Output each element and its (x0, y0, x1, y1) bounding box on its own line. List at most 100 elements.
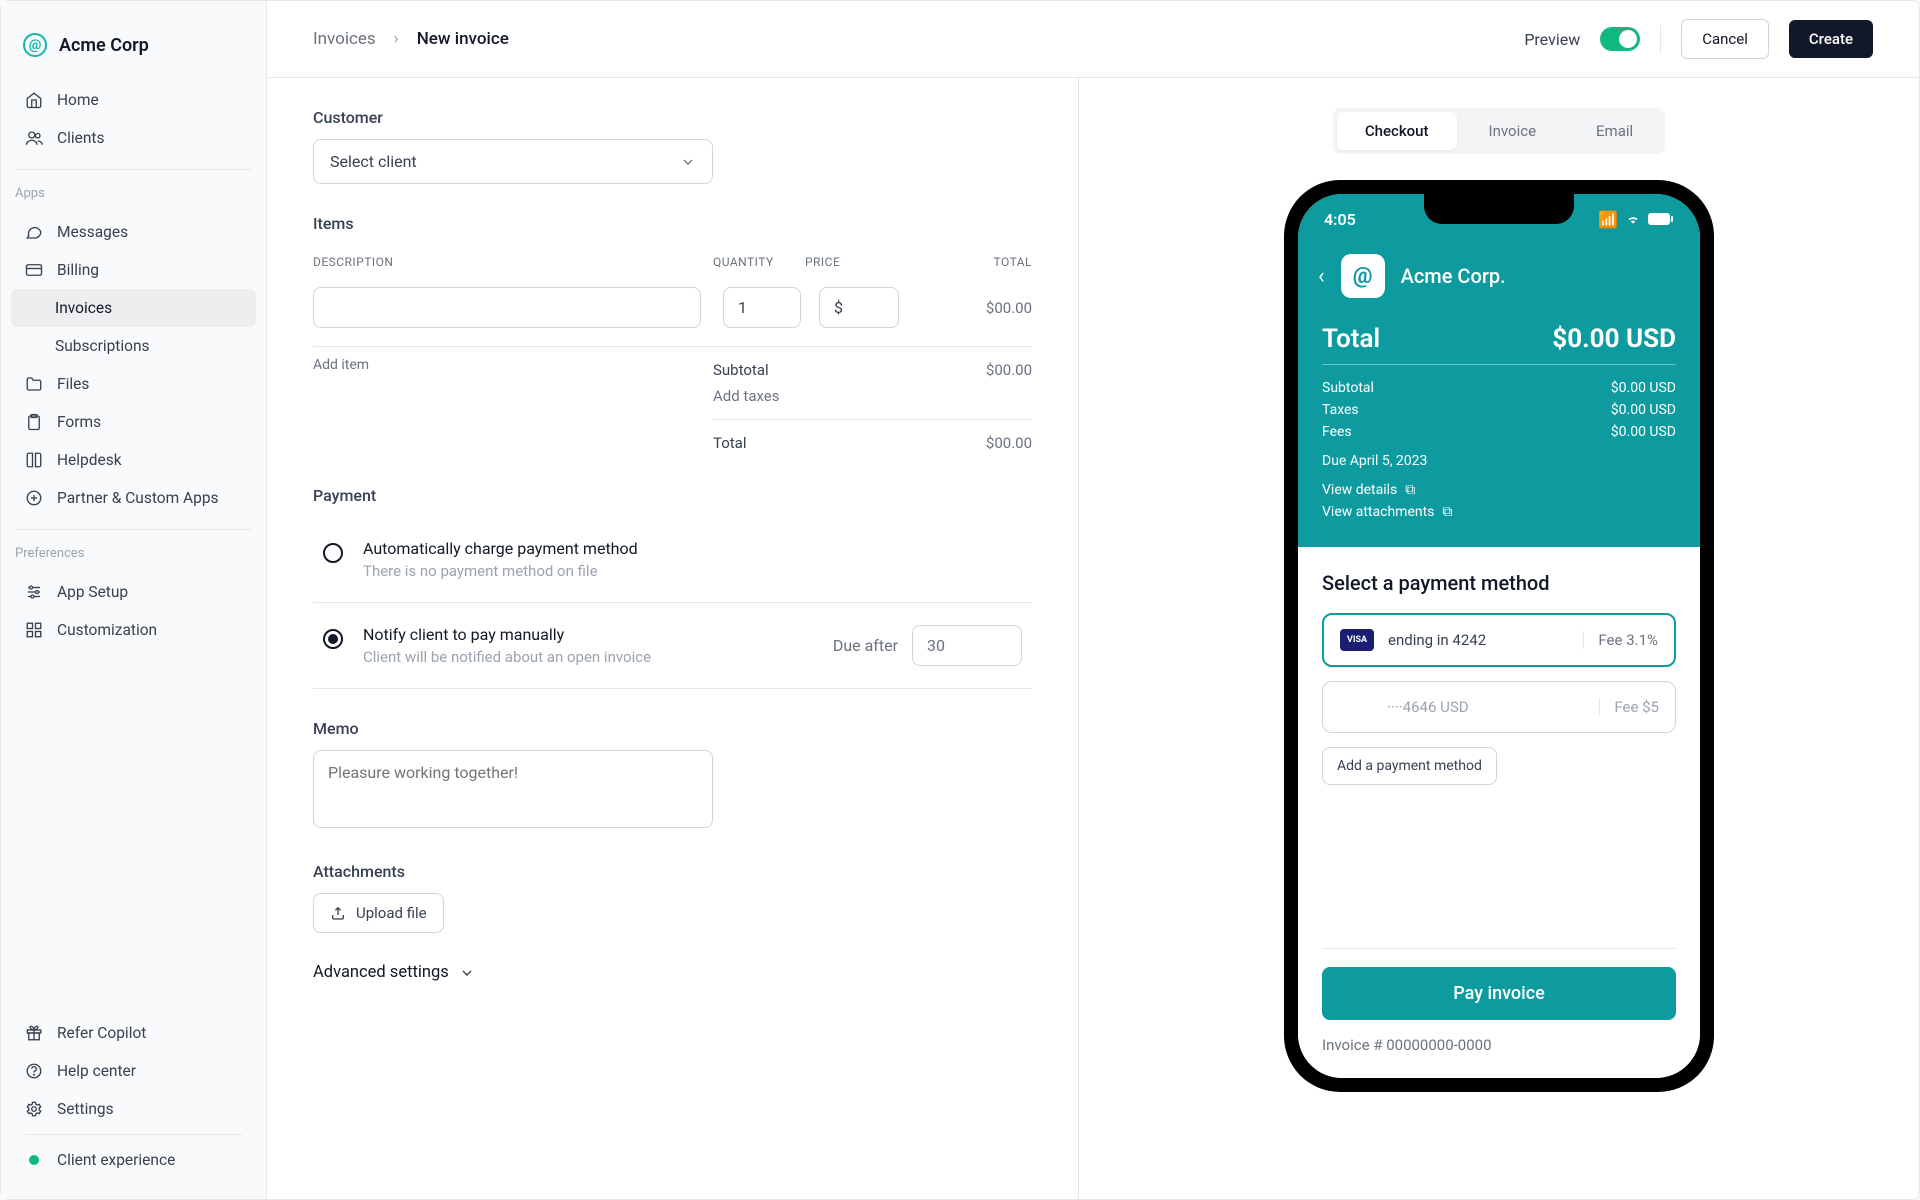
gear-icon (25, 1100, 43, 1118)
tab-email[interactable]: Email (1568, 112, 1661, 150)
nav-client-exp[interactable]: Client experience (11, 1141, 256, 1179)
method-fee: Fee $5 (1599, 698, 1659, 716)
back-icon[interactable]: ‹ (1318, 264, 1325, 289)
divider (25, 1134, 242, 1135)
phone-brand-name: Acme Corp. (1401, 264, 1506, 288)
nav-app-setup[interactable]: App Setup (11, 573, 256, 611)
phone-fees: Fees$0.00 USD (1322, 421, 1676, 443)
divider (1322, 948, 1676, 949)
option-title: Notify client to pay manually (363, 625, 813, 644)
nav-help[interactable]: Help center (11, 1052, 256, 1090)
external-link-icon: ⧉ (1442, 504, 1452, 520)
gift-icon (25, 1024, 43, 1042)
client-select[interactable]: Select client (313, 139, 713, 184)
nav-home[interactable]: Home (11, 81, 256, 119)
preview-label: Preview (1524, 30, 1580, 49)
help-icon (25, 1062, 43, 1080)
phone-taxes: Taxes$0.00 USD (1322, 399, 1676, 421)
phone-subtotal: Subtotal$0.00 USD (1322, 377, 1676, 399)
items-header: DESCRIPTION QUANTITY PRICE TOTAL (313, 245, 1032, 279)
due-after-input[interactable] (912, 625, 1022, 666)
option-title: Automatically charge payment method (363, 539, 1022, 558)
item-quantity-input[interactable] (723, 287, 801, 328)
nav-billing[interactable]: Billing (11, 251, 256, 289)
tab-invoice[interactable]: Invoice (1461, 112, 1565, 150)
chevron-down-icon (459, 965, 475, 981)
payment-option-manual[interactable]: Notify client to pay manually Client wil… (313, 603, 1032, 689)
upload-label: Upload file (356, 904, 427, 922)
tab-checkout[interactable]: Checkout (1337, 112, 1457, 150)
radio-checked[interactable] (323, 629, 343, 649)
status-dot-icon (25, 1151, 43, 1169)
nav-forms[interactable]: Forms (11, 403, 256, 441)
item-description-input[interactable] (313, 287, 701, 328)
col-description: DESCRIPTION (313, 255, 713, 269)
nav-label: Settings (57, 1100, 114, 1118)
col-quantity: QUANTITY (713, 255, 805, 269)
phone-time: 4:05 (1324, 210, 1356, 229)
items-section: Items DESCRIPTION QUANTITY PRICE TOTAL $… (313, 214, 1032, 456)
method-fee: Fee 3.1% (1583, 631, 1658, 649)
visa-icon: VISA (1340, 629, 1374, 651)
pay-invoice-button[interactable]: Pay invoice (1322, 967, 1676, 1020)
totals: Subtotal $00.00 Add taxes Total $00.00 (713, 357, 1032, 456)
payment-method-visa[interactable]: VISA ending in 4242 Fee 3.1% (1322, 613, 1676, 667)
phone-brand-logo-icon: @ (1341, 254, 1385, 298)
phone-screen: 4:05 📶 ‹ @ Acme Corp. (1298, 194, 1700, 1078)
topbar-actions: Preview Cancel Create (1524, 19, 1873, 59)
preview-toggle[interactable] (1600, 27, 1640, 51)
nav-clients[interactable]: Clients (11, 119, 256, 157)
preview-column: Checkout Invoice Email 4:05 📶 (1079, 78, 1919, 1199)
payment-method-bank[interactable]: 🏛 ····4646 USD Fee $5 (1322, 681, 1676, 733)
card-icon (25, 261, 43, 279)
phone-mock: 4:05 📶 ‹ @ Acme Corp. (1284, 180, 1714, 1092)
nav-label: Helpdesk (57, 451, 122, 469)
add-taxes-link[interactable]: Add taxes (713, 387, 779, 405)
sidebar: @ Acme Corp Home Clients Apps Messages B… (1, 1, 267, 1199)
preview-tabs: Checkout Invoice Email (1333, 108, 1665, 154)
nav-refer[interactable]: Refer Copilot (11, 1014, 256, 1052)
cancel-button[interactable]: Cancel (1681, 19, 1769, 59)
view-attachments-link[interactable]: View attachments⧉ (1322, 501, 1676, 523)
nav-invoices[interactable]: Invoices (11, 289, 256, 327)
nav-label: Invoices (55, 299, 112, 317)
phone-due-date: Due April 5, 2023 (1322, 453, 1676, 469)
option-sub: There is no payment method on file (363, 562, 1022, 580)
create-button[interactable]: Create (1789, 20, 1873, 58)
subtotal-value: $00.00 (986, 361, 1032, 379)
nav-partner-apps[interactable]: Partner & Custom Apps (11, 479, 256, 517)
nav-label: Clients (57, 129, 104, 147)
radio-unchecked[interactable] (323, 543, 343, 563)
memo-section: Memo (313, 719, 1032, 832)
payment-option-auto[interactable]: Automatically charge payment method Ther… (313, 517, 1032, 603)
external-link-icon: ⧉ (1405, 482, 1415, 498)
add-payment-method-button[interactable]: Add a payment method (1322, 747, 1497, 785)
nav-customization[interactable]: Customization (11, 611, 256, 649)
clipboard-icon (25, 413, 43, 431)
nav-subscriptions[interactable]: Subscriptions (11, 327, 256, 365)
payment-label: Payment (313, 486, 1032, 505)
add-item-link[interactable]: Add item (313, 357, 713, 456)
advanced-settings-toggle[interactable]: Advanced settings (313, 963, 1032, 982)
item-price-input[interactable] (819, 287, 899, 328)
nav-helpdesk[interactable]: Helpdesk (11, 441, 256, 479)
memo-textarea[interactable] (313, 750, 713, 828)
nav-messages[interactable]: Messages (11, 213, 256, 251)
divider (1660, 25, 1661, 53)
nav-label: App Setup (57, 583, 128, 601)
nav-settings[interactable]: Settings (11, 1090, 256, 1128)
chevron-right-icon: › (394, 29, 399, 49)
app-root: @ Acme Corp Home Clients Apps Messages B… (0, 0, 1920, 1200)
wifi-icon (1624, 212, 1642, 226)
divider (15, 529, 252, 530)
phone-total-main: Total $0.00 USD (1322, 324, 1676, 365)
total-line: Total $00.00 (713, 430, 1032, 456)
upload-file-button[interactable]: Upload file (313, 893, 444, 933)
breadcrumb-parent[interactable]: Invoices (313, 29, 376, 49)
topbar: Invoices › New invoice Preview Cancel Cr… (267, 1, 1919, 78)
add-taxes-line: Add taxes (713, 383, 1032, 409)
nav-prefs: App Setup Customization (1, 567, 266, 655)
view-details-link[interactable]: View details⧉ (1322, 479, 1676, 501)
nav-files[interactable]: Files (11, 365, 256, 403)
home-icon (25, 91, 43, 109)
